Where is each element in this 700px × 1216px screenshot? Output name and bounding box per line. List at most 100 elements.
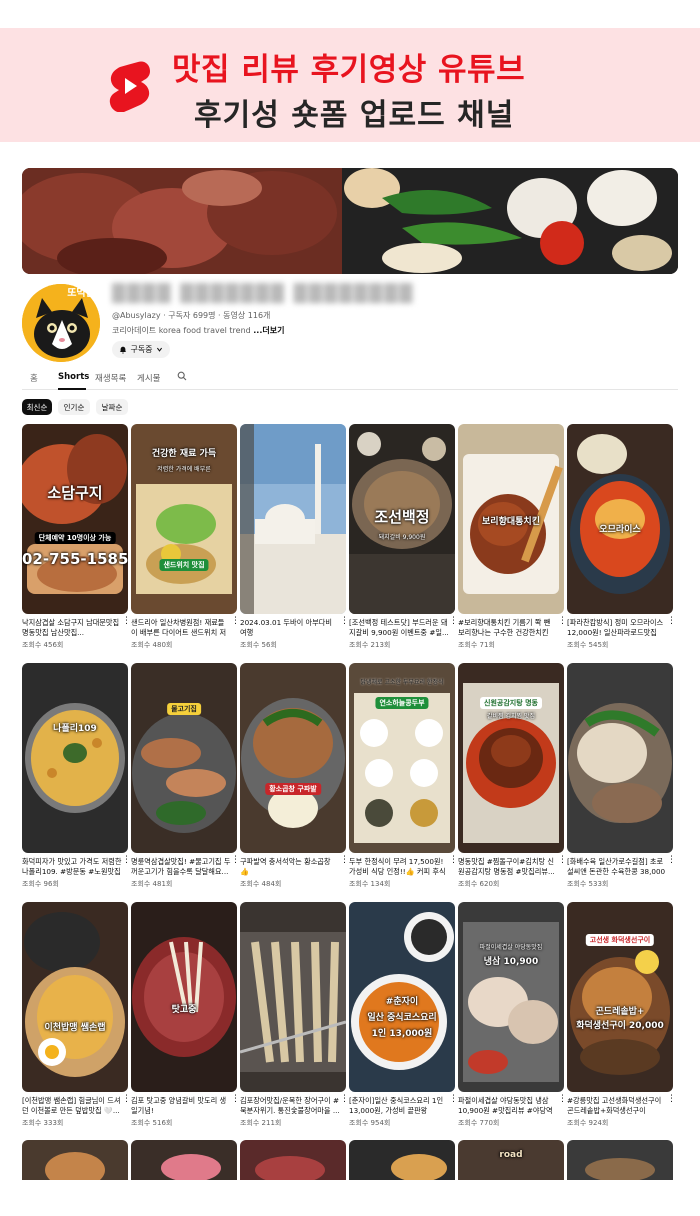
short-thumbnail-partial[interactable] <box>240 1140 346 1180</box>
short-title[interactable]: 샌드리아 일산차병원점! 재료들이 배부른 다이어트 샌드위치 저렴... <box>131 618 231 638</box>
subscribe-label: 구독중 <box>130 345 153 354</box>
channel-banner <box>22 168 678 274</box>
short-thumbnail-partial[interactable]: road <box>458 1140 564 1180</box>
channel-handle: @Abusylazy <box>112 311 161 320</box>
more-vert-icon[interactable]: ⋮ <box>231 617 240 626</box>
short-thumbnail-partial[interactable] <box>131 1140 237 1180</box>
search-icon[interactable] <box>177 371 187 381</box>
short-title[interactable]: 김포 탓고중 양념갈비 맛도리 생일기념! <box>131 1096 231 1116</box>
more-vert-icon[interactable]: ⋮ <box>231 856 240 865</box>
more-vert-icon[interactable]: ⋮ <box>558 617 567 626</box>
tab-shorts[interactable]: Shorts <box>58 372 89 382</box>
thumbnail-caption: 나폴리109 <box>53 724 97 734</box>
bell-icon <box>120 346 127 354</box>
more-vert-icon[interactable]: ⋮ <box>340 1095 349 1104</box>
view-count: 조회수 545회 <box>567 641 609 649</box>
channel-tabs: 홈 Shorts 재생목록 게시물 <box>22 366 678 390</box>
more-vert-icon[interactable]: ⋮ <box>449 1095 458 1104</box>
short-thumbnail[interactable]: 파절이세겹살 야당동맛집 냉삼 10,900 <box>458 902 564 1092</box>
short-title[interactable]: [춘자이]일산 중식코스요리 1인 13,000원, 가성비 끝판왕 <box>349 1096 449 1116</box>
short-thumbnail[interactable] <box>240 424 346 614</box>
short-title[interactable]: 구파발역 충서석악는 황소곱창 👍 <box>240 857 340 877</box>
thumbnail-caption-sub: 일산 중식코스요리 <box>367 1013 437 1023</box>
more-vert-icon[interactable]: ⋮ <box>558 1095 567 1104</box>
short-title[interactable]: #강릉맛집 고선생화덕생선구이 곤드레솥밥+화덕생선구이 20,000... <box>567 1096 667 1116</box>
short-title[interactable]: 2024.03.01 두바이 아부다비 여행 <box>240 618 340 638</box>
short-thumbnail[interactable]: 나폴리109 <box>22 663 128 853</box>
short-thumbnail[interactable]: 닭냉채로 고소한 두부요리 한정식 연소하늘콩두부 <box>349 663 455 853</box>
thumbnail-caption: road <box>499 1150 523 1160</box>
short-thumbnail[interactable]: 건강한 재료 가득 저렴한 가격에 배부른 샌드위치 맛집 <box>131 424 237 614</box>
promo-subtitle: 후기성 숏폼 업로드 채널 <box>194 98 515 133</box>
tab-posts[interactable]: 게시물 <box>137 372 160 384</box>
short-thumbnail[interactable]: 탓고중 <box>131 902 237 1092</box>
more-vert-icon[interactable]: ⋮ <box>667 1095 676 1104</box>
short-thumbnail[interactable]: 보리향대통치킨 <box>458 424 564 614</box>
chip-latest[interactable]: 최신순 <box>22 399 52 415</box>
short-thumbnail[interactable]: 고선생 화덕생선구이 곤드레솥밥+ 화덕생선구이 20,000 <box>567 902 673 1092</box>
short-thumbnail[interactable] <box>240 902 346 1092</box>
youtube-shorts-icon <box>109 61 150 112</box>
short-thumbnail-partial[interactable] <box>349 1140 455 1180</box>
thumbnail-caption: 냉삼 10,900 <box>483 957 539 967</box>
subscribed-button[interactable]: 구독중 <box>112 341 170 358</box>
short-title[interactable]: 낙지삼겹살 소담구지 남대문맛집 명동맛집 남산맛집... <box>22 618 122 638</box>
short-title[interactable]: [이천밥맹 쌤손랩] 힘글님이 드셔던 이천볼로 만든 덮밥맛집 🤍... <box>22 1096 122 1116</box>
short-thumbnail[interactable]: 황소곱창 구파발 <box>240 663 346 853</box>
thumbnail-caption-note: 닭냉채로 고소한 두부요리 한정식 <box>360 679 444 686</box>
short-title[interactable]: 명동맛집 #찜돌구이#김치탕 신원공감지탕 명동점 #맛집리뷰... <box>458 857 558 877</box>
video-count: 동영상 116개 <box>223 311 271 320</box>
short-thumbnail-partial[interactable] <box>22 1140 128 1180</box>
view-count: 조회수 620회 <box>458 880 500 888</box>
tab-playlists[interactable]: 재생목록 <box>95 372 126 384</box>
short-thumbnail[interactable]: 오므라이스 <box>567 424 673 614</box>
thumbnail-caption: 연소하늘콩두부 <box>375 697 429 709</box>
short-title[interactable]: 두부 한정식이 무려 17,500원! 가성비 식당 인정!!👍 커피 후식까.… <box>349 857 449 877</box>
more-vert-icon[interactable]: ⋮ <box>122 1095 131 1104</box>
short-thumbnail[interactable]: #춘자이 일산 중식코스요리 1인 13,000원 <box>349 902 455 1092</box>
thumbnail-caption: 건강한 재료 가득 <box>151 449 217 459</box>
more-vert-icon[interactable]: ⋮ <box>449 617 458 626</box>
more-vert-icon[interactable]: ⋮ <box>667 856 676 865</box>
short-title[interactable]: 김포장어맛집/운복한 장어구이 #북분자위기. 통진숯불장어마을 ... <box>240 1096 340 1116</box>
thumbnail-caption: 오므라이스 <box>599 525 641 535</box>
short-thumbnail[interactable]: 신원공감지탕 명동 갈비찜 김치찜 맛집 <box>458 663 564 853</box>
thumbnail-caption: #춘자이 <box>385 997 419 1007</box>
tab-home[interactable]: 홈 <box>30 372 38 384</box>
short-thumbnail[interactable]: 이천밥맹 쌤손랩 <box>22 902 128 1092</box>
chip-popular[interactable]: 인기순 <box>58 399 90 415</box>
short-thumbnail-partial[interactable] <box>567 1140 673 1180</box>
view-count: 조회수 211회 <box>240 1119 282 1127</box>
view-count: 조회수 533회 <box>567 880 609 888</box>
thumbnail-caption-sub: 돼지갈비 9,900원 <box>378 534 426 541</box>
short-title[interactable]: 화덕피자가 맛있고 가격도 저렴한 나폴리109. #방문동 #노원맛집 <box>22 857 122 877</box>
short-thumbnail[interactable] <box>567 663 673 853</box>
view-count: 조회수 333회 <box>22 1119 64 1127</box>
more-vert-icon[interactable]: ⋮ <box>231 1095 240 1104</box>
more-vert-icon[interactable]: ⋮ <box>558 856 567 865</box>
thumbnail-caption: 고선생 화덕생선구이 <box>585 934 655 946</box>
thumbnail-phone: 02-755-1585 <box>22 550 128 568</box>
view-count: 조회수 954회 <box>349 1119 391 1127</box>
subscriber-count: 구독자 699명 <box>168 311 216 320</box>
short-title[interactable]: 명륜역삼겹살맛집! #물고기집 두꺼운고기가 힘을수록 달달해요... <box>131 857 231 877</box>
short-thumbnail[interactable]: 조선백정 돼지갈비 9,900원 <box>349 424 455 614</box>
short-thumbnail[interactable]: 물고기집 <box>131 663 237 853</box>
more-link[interactable]: ...더보기 <box>253 326 284 335</box>
more-vert-icon[interactable]: ⋮ <box>122 856 131 865</box>
short-title[interactable]: 파절이세겹살 야당동맛집 냉삼 10,900원 #맛집리뷰 #야당역맛... <box>458 1096 558 1116</box>
short-title[interactable]: [화배수육 일산가로수길점] 초로설씨앤 돈관한 수육한콩 38,000원... <box>567 857 667 877</box>
chip-oldest[interactable]: 날짜순 <box>96 399 128 415</box>
short-thumbnail[interactable]: 소담구지 단체예약 10명이상 가능 02-755-1585 <box>22 424 128 614</box>
view-count: 조회수 770회 <box>458 1119 500 1127</box>
more-vert-icon[interactable]: ⋮ <box>340 856 349 865</box>
short-title[interactable]: [파라찬캄방식] 정미 오므라이스 12,000원! 일산파라로드맛집 #... <box>567 618 667 638</box>
more-vert-icon[interactable]: ⋮ <box>449 856 458 865</box>
channel-description[interactable]: 코리아데이트 korea food travel trend ...더보기 <box>112 325 284 336</box>
short-title[interactable]: #보리향대통치킨 기름기 쫙 뺀 보리향나는 구수한 건강한치킨 #... <box>458 618 558 638</box>
more-vert-icon[interactable]: ⋮ <box>340 617 349 626</box>
view-count: 조회수 96회 <box>22 880 59 888</box>
short-title[interactable]: [조선백정 테스트닷] 부드러운 돼지갈비 9,900원 이벤트중 #일... <box>349 618 449 638</box>
more-vert-icon[interactable]: ⋮ <box>122 617 131 626</box>
more-vert-icon[interactable]: ⋮ <box>667 617 676 626</box>
